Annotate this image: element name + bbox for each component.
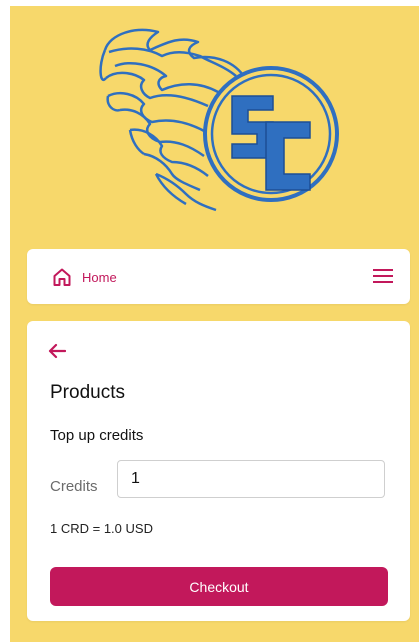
flaming-sc-logo-icon [99, 28, 339, 212]
hamburger-menu-icon [373, 269, 393, 283]
school-logo [10, 6, 419, 238]
page-title: Products [50, 382, 125, 403]
checkout-button[interactable]: Checkout [50, 567, 388, 606]
navigation-bar: Home [27, 249, 410, 304]
products-card: Products Top up credits Credits 1 CRD = … [27, 321, 410, 621]
home-label: Home [82, 269, 117, 285]
page-background: Home Products Top up credits Credits 1 C… [10, 6, 419, 642]
hamburger-menu-button[interactable] [370, 264, 396, 288]
home-link[interactable]: Home [52, 266, 117, 288]
exchange-rate-text: 1 CRD = 1.0 USD [50, 521, 153, 536]
back-button[interactable] [48, 338, 74, 364]
arrow-left-icon [48, 343, 66, 359]
section-subtitle: Top up credits [50, 427, 144, 444]
credits-input[interactable] [117, 460, 385, 498]
home-icon [53, 268, 71, 286]
credits-label: Credits [50, 478, 98, 495]
